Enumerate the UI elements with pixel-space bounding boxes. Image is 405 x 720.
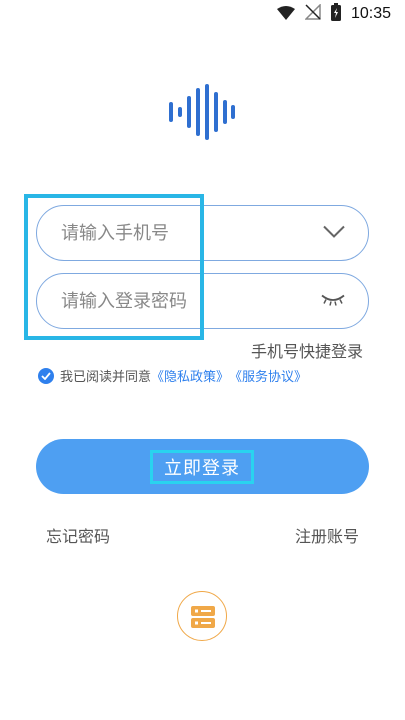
agreement-row: 我已阅读并同意 《隐私政策》 《服务协议》 [38,366,307,385]
status-icons: 10:35 [276,3,391,25]
wifi-icon [276,5,295,24]
register-link[interactable]: 注册账号 [295,523,359,547]
signal-off-icon [304,3,321,24]
login-button[interactable] [36,439,369,494]
forgot-password-link[interactable]: 忘记密码 [46,523,110,547]
status-bar: 10:35 [0,0,405,28]
eye-closed-icon[interactable] [320,292,346,311]
password-input[interactable] [61,274,291,328]
quick-login-link[interactable]: 手机号快捷登录 [251,338,363,362]
agreement-checkbox[interactable] [38,367,54,384]
privacy-policy-link[interactable]: 《隐私政策》 [151,366,229,385]
phone-field[interactable] [36,205,369,261]
password-field[interactable] [36,273,369,329]
status-time: 10:35 [350,5,391,22]
phone-input[interactable] [61,206,291,260]
server-settings-button[interactable] [177,591,227,641]
chevron-down-icon[interactable] [322,224,346,243]
server-icon [191,606,215,628]
battery-charging-icon [330,3,341,25]
agreement-text: 我已阅读并同意 [60,370,152,385]
sound-wave-icon [167,84,237,140]
service-agreement-link[interactable]: 《服务协议》 [229,366,307,385]
